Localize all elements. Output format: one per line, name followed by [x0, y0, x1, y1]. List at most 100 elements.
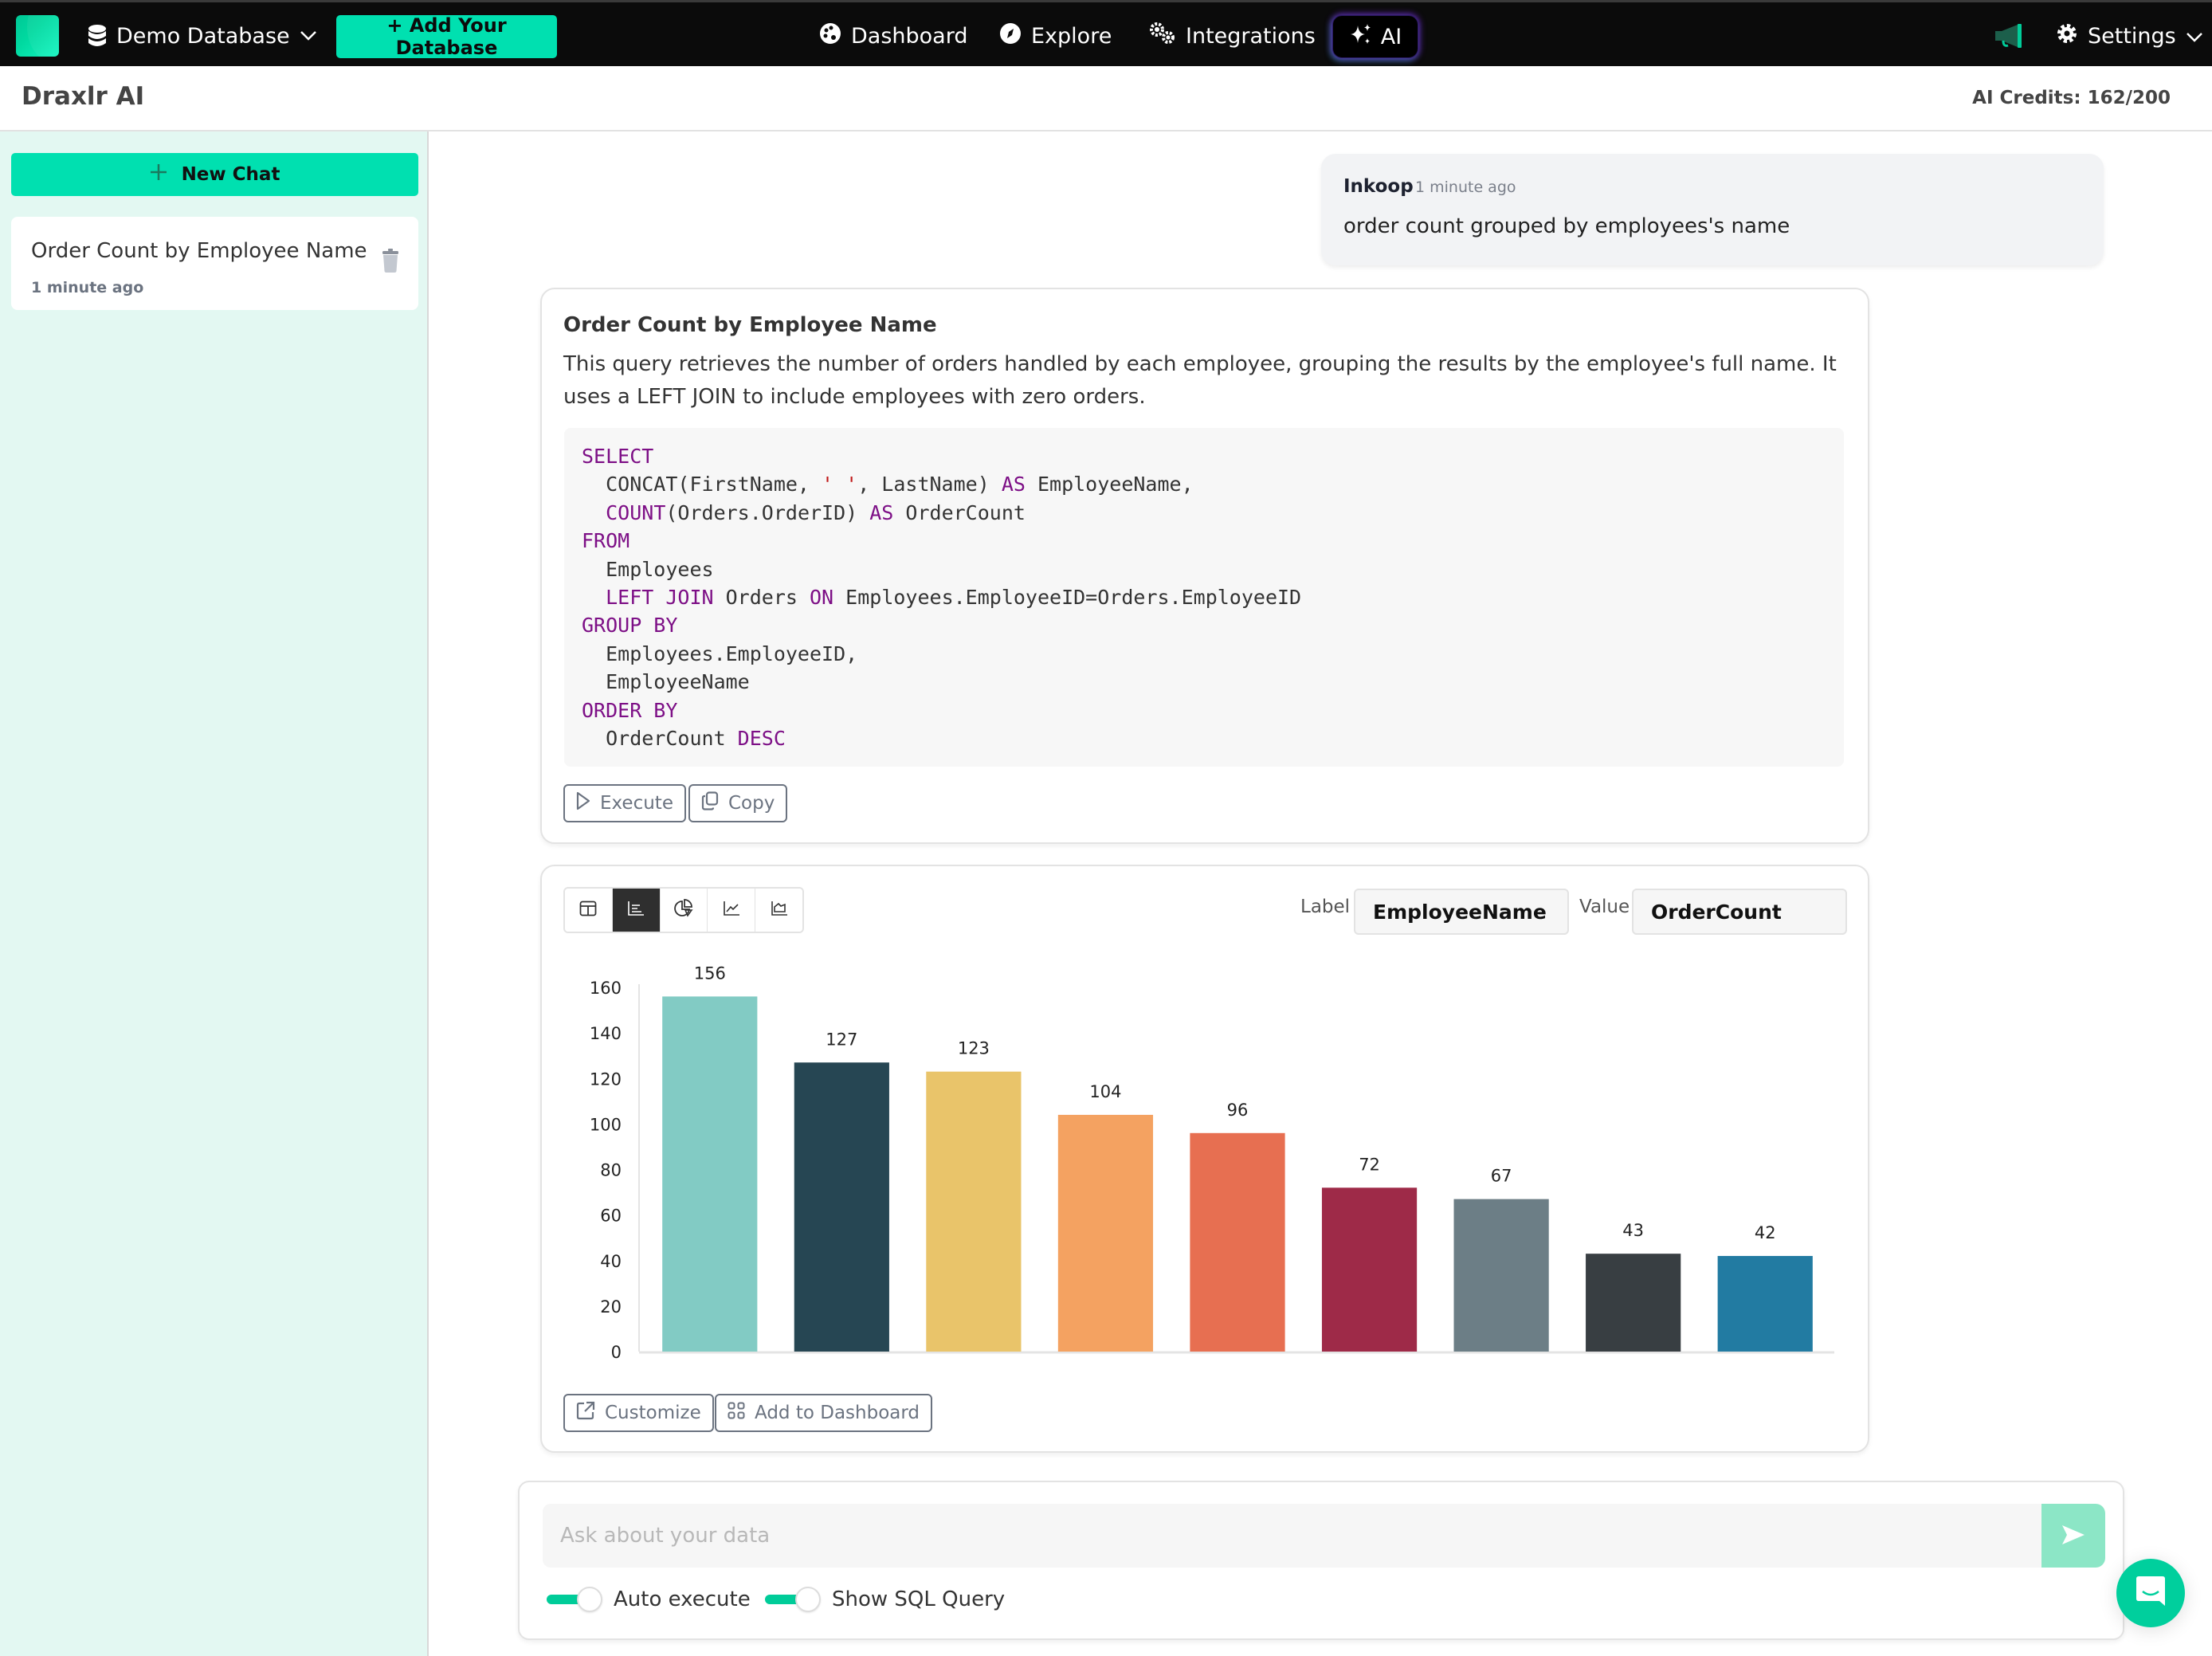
auto-execute-label: Auto execute: [614, 1587, 751, 1611]
settings-menu[interactable]: Settings: [2056, 18, 2203, 53]
chat-item-title: Order Count by Employee Name: [31, 239, 367, 263]
send-icon: [2061, 1525, 2085, 1548]
app-logo[interactable]: [16, 15, 59, 57]
show-sql-switch[interactable]: [765, 1587, 821, 1612]
y-tick-label: 20: [600, 1297, 622, 1317]
megaphone-icon: [1994, 24, 2027, 52]
customize-button[interactable]: Customize: [563, 1394, 714, 1432]
y-tick-label: 0: [611, 1343, 622, 1362]
nav-integrations[interactable]: Integrations: [1149, 18, 1316, 53]
support-chat-button[interactable]: [2116, 1559, 2185, 1627]
chart-bar[interactable]: [1717, 1256, 1813, 1352]
send-button[interactable]: [2041, 1504, 2105, 1568]
page-header: Draxlr AI AI Credits: 162/200: [0, 66, 2212, 131]
chevron-down-icon: [300, 30, 317, 41]
sql-line: Employees.EmployeeID,: [582, 642, 858, 665]
sql-line: EmployeeName: [582, 670, 750, 694]
y-tick-label: 140: [590, 1024, 622, 1043]
copy-label: Copy: [728, 793, 775, 814]
nav-dashboard-label: Dashboard: [851, 23, 968, 49]
chat-sidebar: New Chat Order Count by Employee Name 1 …: [0, 131, 429, 1656]
auto-execute-toggle[interactable]: Auto execute: [547, 1587, 751, 1612]
bar-value-label: 127: [826, 1030, 857, 1049]
add-to-dashboard-button[interactable]: Add to Dashboard: [715, 1394, 933, 1432]
database-icon: [88, 24, 107, 48]
sql-line: ORDER BY: [582, 698, 678, 722]
grid-icon: [728, 1402, 745, 1424]
y-tick-label: 60: [600, 1207, 622, 1226]
execute-button[interactable]: Execute: [563, 784, 686, 822]
sql-line: CONCAT(FirstName, ' ', LastName) AS Empl…: [582, 473, 1194, 496]
chart-bar[interactable]: [1190, 1132, 1285, 1352]
query-description: This query retrieves the number of order…: [563, 352, 1837, 409]
new-chat-label: New Chat: [181, 164, 280, 185]
database-selector[interactable]: Demo Database: [88, 18, 317, 53]
sql-line: COUNT(Orders.OrderID) AS OrderCount: [606, 500, 1026, 524]
announcements-button[interactable]: [1994, 23, 2027, 52]
trash-icon[interactable]: [381, 249, 400, 276]
chart-bar[interactable]: [926, 1071, 1022, 1352]
bar-value-label: 156: [694, 963, 726, 983]
chart-bar[interactable]: [794, 1062, 889, 1352]
bar-value-label: 42: [1755, 1223, 1776, 1242]
y-tick-label: 100: [590, 1115, 622, 1134]
bar-value-label: 72: [1359, 1155, 1380, 1174]
sql-line: GROUP BY: [582, 614, 678, 638]
top-nav: Demo Database + Add Your Database Dashbo…: [0, 0, 2212, 66]
show-sql-toggle[interactable]: Show SQL Query: [765, 1587, 1006, 1612]
gear-icon: [2056, 22, 2078, 50]
ask-input[interactable]: [543, 1504, 2046, 1568]
external-link-icon: [576, 1401, 595, 1425]
bar-value-label: 104: [1089, 1082, 1121, 1101]
nav-explore[interactable]: Explore: [999, 18, 1112, 53]
page-title: Draxlr AI: [22, 82, 145, 111]
message-time: 1 minute ago: [1415, 179, 1516, 196]
nav-ai[interactable]: AI: [1332, 15, 1418, 58]
query-title: Order Count by Employee Name: [563, 313, 937, 337]
nav-ai-label: AI: [1380, 24, 1402, 49]
ai-credits: AI Credits: 162/200: [1972, 88, 2171, 108]
sql-line: Employees: [582, 557, 714, 581]
auto-execute-switch[interactable]: [547, 1587, 602, 1612]
chevron-down-icon: [2186, 24, 2203, 49]
settings-label: Settings: [2088, 23, 2176, 49]
nav-explore-label: Explore: [1031, 23, 1112, 49]
new-chat-button[interactable]: New Chat: [11, 153, 418, 196]
chat-list-item[interactable]: Order Count by Employee Name 1 minute ag…: [11, 217, 418, 310]
chart-bar[interactable]: [1057, 1114, 1154, 1352]
sql-line: LEFT JOIN Orders ON Employees.EmployeeID…: [606, 586, 1302, 610]
chat-item-time: 1 minute ago: [31, 279, 144, 296]
sql-code-block: SELECT CONCAT(FirstName, ' ', LastName) …: [564, 428, 1844, 767]
y-tick-label: 40: [600, 1252, 622, 1271]
chart-bar[interactable]: [1453, 1199, 1549, 1352]
chart-bar[interactable]: [662, 996, 758, 1352]
database-selector-label: Demo Database: [116, 23, 290, 49]
compass-icon: [999, 22, 1022, 50]
y-tick-label: 160: [590, 979, 622, 998]
message-text: order count grouped by employees's name: [1343, 214, 1790, 238]
chart-bar[interactable]: [1321, 1187, 1418, 1352]
nav-dashboard[interactable]: Dashboard: [819, 18, 967, 53]
user-message: Inkoop 1 minute ago order count grouped …: [1321, 154, 2104, 265]
copy-button[interactable]: Copy: [688, 784, 788, 822]
add-database-button[interactable]: + Add Your Database: [336, 14, 557, 59]
bar-chart: 0 20 40 60 80 100 120 140 160 156 127 123 104 96 72 67 4…: [590, 963, 1834, 1362]
y-tick-label: 120: [590, 1069, 622, 1089]
execute-label: Execute: [600, 793, 673, 814]
sql-line: OrderCount DESC: [582, 727, 786, 751]
y-tick-label: 80: [600, 1161, 622, 1180]
add-to-dashboard-label: Add to Dashboard: [755, 1403, 920, 1423]
sql-line: FROM: [582, 529, 630, 553]
bar-value-label: 67: [1491, 1167, 1512, 1186]
bar-value-label: 123: [958, 1039, 990, 1058]
chat-bubble-icon: [2136, 1576, 2166, 1611]
plus-icon: [150, 163, 167, 186]
query-response-card: Order Count by Employee Name This query …: [540, 288, 1869, 844]
gears-icon: [1149, 22, 1176, 51]
copy-icon: [701, 791, 719, 815]
chart-bar[interactable]: [1586, 1254, 1681, 1352]
message-author: Inkoop: [1343, 176, 1414, 197]
show-sql-label: Show SQL Query: [832, 1587, 1006, 1611]
sql-line: SELECT: [582, 445, 654, 468]
bar-value-label: 43: [1622, 1221, 1644, 1240]
